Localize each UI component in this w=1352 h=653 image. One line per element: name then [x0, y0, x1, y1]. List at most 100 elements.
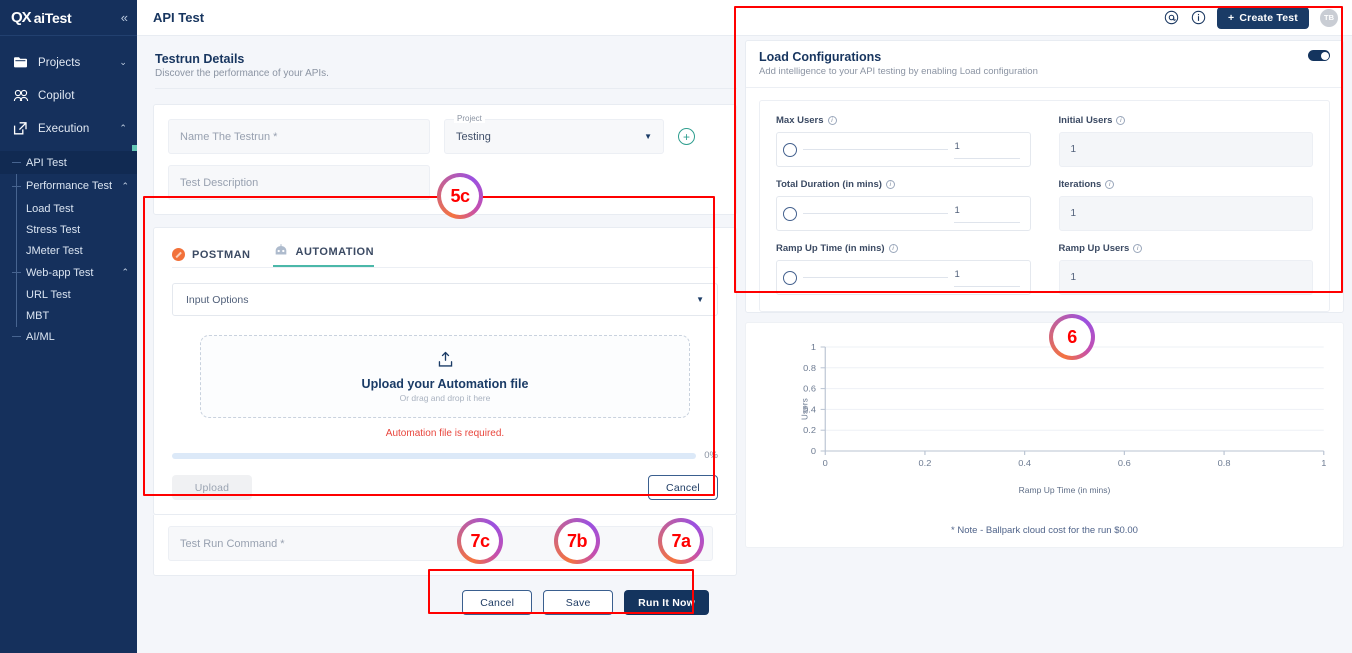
- annotation-label: 7a: [662, 522, 700, 560]
- sidebar-item-projects[interactable]: Projects ⌄: [0, 46, 137, 79]
- max-users-value[interactable]: 1: [953, 141, 1020, 159]
- tree-tick-icon: [12, 185, 21, 187]
- load-configurations-header: Load Configurations Add intelligence to …: [759, 50, 1330, 77]
- sidebar-item-api-test[interactable]: API Test: [0, 151, 137, 174]
- cancel-button[interactable]: Cancel: [462, 590, 533, 615]
- info-icon[interactable]: i: [1105, 180, 1115, 189]
- topbar: API Test + Create Test TB: [137, 0, 1352, 36]
- info-icon[interactable]: i: [1133, 244, 1143, 253]
- chart-svg: 00.20.40.60.810 0.2 0.4 0.6 0.8 1: [803, 343, 1326, 468]
- field-ramp-up-time: Ramp Up Time (in mins) i 1: [776, 243, 1031, 295]
- sidebar-item-label: AI/ML: [26, 330, 55, 343]
- sidebar-item-performance-test[interactable]: Performance Test ⌃: [0, 174, 137, 198]
- upload-button[interactable]: Upload: [172, 475, 252, 500]
- project-value: Testing: [456, 130, 491, 143]
- create-test-button[interactable]: + Create Test: [1217, 6, 1309, 29]
- brand-name: aiTest: [33, 9, 72, 26]
- sidebar-logo[interactable]: QX aiTest «: [0, 0, 137, 36]
- save-button[interactable]: Save: [543, 590, 614, 615]
- tab-automation[interactable]: AUTOMATION: [272, 244, 375, 267]
- info-icon[interactable]: i: [885, 180, 895, 189]
- project-select[interactable]: Project Testing ▼: [444, 114, 664, 154]
- info-icon[interactable]: i: [1116, 116, 1126, 125]
- run-it-now-button[interactable]: Run It Now: [624, 590, 709, 615]
- topbar-actions: + Create Test TB: [1163, 6, 1338, 29]
- chart-y-axis-label: Users: [800, 398, 810, 420]
- create-test-label: Create Test: [1239, 11, 1298, 24]
- chart-plot-area: Users 0 0.2 0.4 0.6 0.8 1 0 0.2 0.4 0.6 0.8 1: [756, 339, 1333, 479]
- ramp-up-time-value[interactable]: 1: [953, 269, 1020, 287]
- brand-mark-icon: QX: [11, 9, 32, 26]
- annotation-label: 6: [1053, 318, 1091, 356]
- sidebar-item-label: URL Test: [26, 288, 71, 301]
- slider-handle[interactable]: [783, 206, 797, 221]
- test-description-input[interactable]: Test Description: [168, 165, 430, 200]
- upload-cancel-button[interactable]: Cancel: [648, 475, 718, 500]
- slider-track[interactable]: [803, 148, 948, 151]
- ramp-up-time-slider[interactable]: 1: [776, 260, 1031, 295]
- test-run-command-placeholder: Test Run Command *: [180, 537, 285, 550]
- annotation-label: 5c: [441, 177, 479, 215]
- tree-tick-icon: [12, 272, 21, 273]
- iterations-input[interactable]: 1: [1058, 196, 1313, 231]
- add-project-button[interactable]: +: [678, 128, 695, 145]
- input-options-select[interactable]: Input Options ▼: [172, 283, 718, 316]
- sidebar-item-copilot[interactable]: Copilot: [0, 79, 137, 112]
- load-configurations-subtitle: Add intelligence to your API testing by …: [759, 66, 1038, 77]
- total-duration-slider[interactable]: 1: [776, 196, 1031, 231]
- project-label: Project: [454, 114, 485, 123]
- sidebar-item-label: Load Test: [26, 202, 74, 215]
- sidebar-item-mbt[interactable]: MBT: [0, 305, 137, 326]
- testrun-title: Testrun Details: [155, 52, 245, 66]
- annotation-marker-7b: 7b: [554, 518, 600, 564]
- sidebar-item-execution[interactable]: Execution ⌃: [0, 112, 137, 145]
- copilot-icon: [12, 87, 29, 104]
- progress-bar: [172, 452, 697, 459]
- mentions-icon[interactable]: [1163, 10, 1179, 26]
- command-card: Test Run Command *: [153, 515, 737, 576]
- upload-icon: [437, 351, 454, 373]
- slider-handle[interactable]: [783, 142, 797, 157]
- file-dropzone[interactable]: Upload your Automation file Or drag and …: [200, 335, 690, 418]
- content-area: Testrun Details Discover the performance…: [137, 36, 1352, 653]
- field-label-wrap: Iterations i: [1059, 179, 1314, 190]
- info-icon[interactable]: i: [888, 244, 898, 253]
- annotation-label: 7c: [461, 522, 499, 560]
- sidebar-item-ai-ml[interactable]: AI/ML: [0, 326, 137, 347]
- sidebar: QX aiTest « Projects ⌄ Copilot Execution…: [0, 0, 137, 653]
- sidebar-item-load-test[interactable]: Load Test: [0, 198, 137, 219]
- sidebar-item-jmeter-test[interactable]: JMeter Test: [0, 240, 137, 261]
- avatar[interactable]: TB: [1320, 8, 1338, 27]
- ramp-up-users-value: 1: [1070, 272, 1077, 283]
- info-icon[interactable]: [1190, 10, 1206, 26]
- divider: [155, 88, 737, 89]
- svg-text:0.4: 0.4: [1018, 459, 1031, 468]
- load-configuration-toggle[interactable]: [1308, 50, 1330, 61]
- load-configuration-column: Load Configurations Add intelligence to …: [737, 36, 1352, 653]
- source-tabs-card: POSTMAN AUTOMATION Input Options ▼ Uploa…: [153, 227, 737, 515]
- slider-track[interactable]: [803, 276, 948, 279]
- load-configurations-title: Load Configurations: [759, 50, 882, 64]
- ramp-up-users-input[interactable]: 1: [1058, 260, 1313, 295]
- collapse-sidebar-icon[interactable]: «: [121, 11, 128, 24]
- slider-track[interactable]: [803, 212, 948, 215]
- field-ramp-up-users: Ramp Up Users i 1: [1058, 243, 1313, 295]
- svg-text:0.8: 0.8: [1218, 459, 1231, 468]
- total-duration-value[interactable]: 1: [953, 205, 1020, 223]
- iterations-value: 1: [1070, 208, 1077, 219]
- test-run-command-input[interactable]: Test Run Command *: [168, 526, 713, 561]
- initial-users-input[interactable]: 1: [1058, 132, 1313, 167]
- tab-postman[interactable]: POSTMAN: [172, 248, 251, 267]
- max-users-slider[interactable]: 1: [776, 132, 1031, 167]
- chevron-up-icon: ⌃: [121, 180, 129, 191]
- form-row-1: Name The Testrun * Project Testing ▼ +: [168, 114, 722, 154]
- testrun-name-input[interactable]: Name The Testrun *: [168, 119, 430, 154]
- svg-text:0.8: 0.8: [803, 363, 816, 372]
- field-label-wrap: Total Duration (in mins) i: [776, 179, 1031, 190]
- sidebar-item-url-test[interactable]: URL Test: [0, 284, 137, 305]
- slider-handle[interactable]: [783, 270, 797, 285]
- sidebar-item-stress-test[interactable]: Stress Test: [0, 219, 137, 240]
- sidebar-item-webapp-test[interactable]: Web-app Test ⌃: [0, 261, 137, 284]
- tabs-divider: [172, 267, 718, 268]
- info-icon[interactable]: i: [827, 116, 837, 125]
